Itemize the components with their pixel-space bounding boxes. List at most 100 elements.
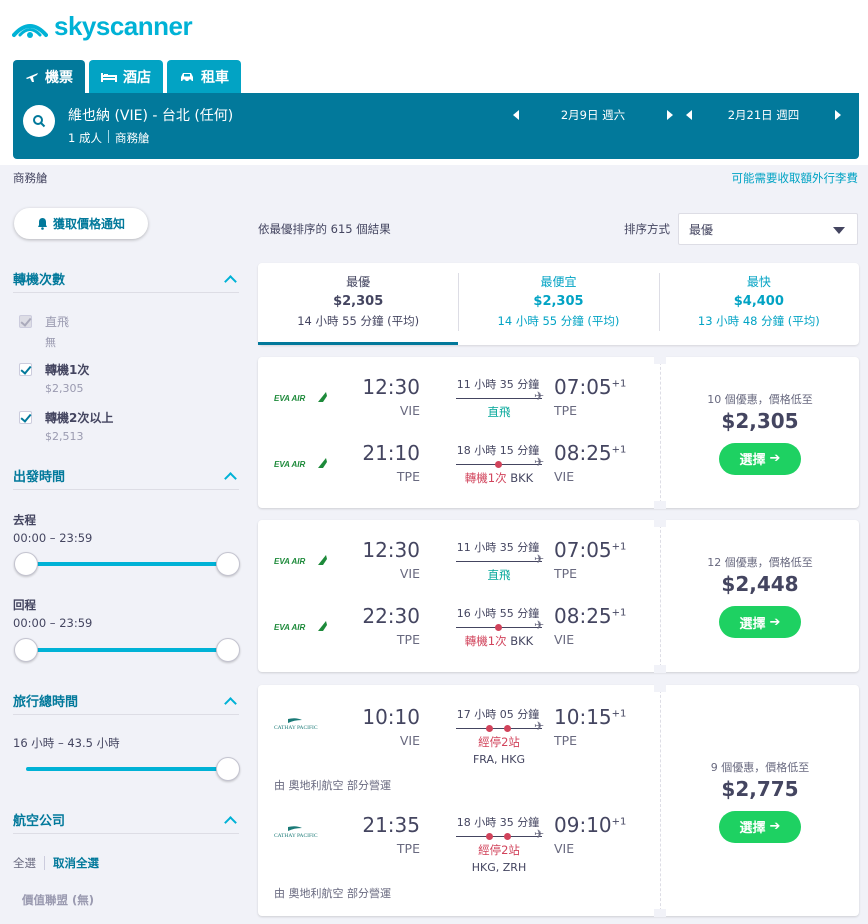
summary-tab-fastest[interactable]: 最快 $4,400 13 小時 48 分鐘 (平均) xyxy=(658,263,859,345)
duration-range: 16 小時 – 43.5 小時 xyxy=(13,736,120,750)
sunrise-logo-icon xyxy=(12,24,48,38)
outbound-range: 00:00 – 23:59 xyxy=(13,531,93,545)
svg-text:CATHAY PACIFIC: CATHAY PACIFIC xyxy=(274,833,318,839)
select-button[interactable]: 選擇 ➔ xyxy=(719,442,801,475)
summary-tab-best[interactable]: 最優 $2,305 14 小時 55 分鐘 (平均) xyxy=(258,263,459,345)
day-offset: +1 xyxy=(611,816,627,828)
departure-time: 12:30 xyxy=(362,538,420,562)
stop-airport: BKK xyxy=(510,634,534,648)
return-range: 00:00 – 23:59 xyxy=(13,616,93,630)
svg-text:EVA AIR: EVA AIR xyxy=(274,460,305,469)
departure-time: 10:10 xyxy=(362,705,420,729)
passenger-cabin-summary: 1 成人 商務艙 xyxy=(68,130,149,146)
cathay-pacific-logo: CATHAY PACIFIC xyxy=(274,718,318,731)
departure-airport: TPE xyxy=(396,841,420,856)
summary-price: $2,305 xyxy=(533,294,584,309)
outbound-leg: EVA AIR 12:30 VIE 11 小時 35 分鐘 ✈ 直飛 07:05… xyxy=(258,371,660,431)
plane-icon xyxy=(26,72,38,82)
flight-duration: 17 小時 05 分鐘 xyxy=(456,708,540,721)
depart-date-picker: 2月9日 週六 xyxy=(513,105,673,125)
outbound-label: 去程 xyxy=(13,513,36,527)
stops-count: 轉機1次 xyxy=(464,471,507,485)
stops-option-direct: 直飛 無 xyxy=(19,313,239,350)
option-label: 轉機2次以上 xyxy=(45,411,114,425)
airlines-filter-header[interactable]: 航空公司 xyxy=(13,806,239,834)
checkbox-direct xyxy=(19,315,32,328)
sort-dropdown[interactable]: 最優 xyxy=(678,213,858,245)
select-button[interactable]: 選擇 ➔ xyxy=(719,810,801,843)
slider-min-handle[interactable] xyxy=(14,638,38,662)
arrival-time-value: 07:05 xyxy=(554,375,612,399)
arrival-airport: TPE xyxy=(554,733,578,748)
chevron-up-icon[interactable] xyxy=(224,696,237,710)
clear-all-link[interactable]: 取消全選 xyxy=(53,855,99,871)
arrival-airport: VIE xyxy=(554,841,575,856)
flight-result-card[interactable]: CATHAY PACIFIC 10:10 VIE 17 小時 05 分鐘 ✈ 經… xyxy=(258,684,859,917)
arrival-time: 10:15+1 xyxy=(554,705,626,729)
flight-result-card[interactable]: EVA AIR 12:30 VIE 11 小時 35 分鐘 ✈ 直飛 07:05… xyxy=(258,356,859,509)
depart-date[interactable]: 2月9日 週六 xyxy=(519,107,667,123)
plane-icon: ✈ xyxy=(534,389,545,403)
next-depart-date-arrow[interactable] xyxy=(667,110,673,120)
stops-option-one[interactable]: 轉機1次 $2,305 xyxy=(19,361,239,395)
return-date[interactable]: 2月21日 週四 xyxy=(692,107,835,123)
summary-tab-cheapest[interactable]: 最便宜 $2,305 14 小時 55 分鐘 (平均) xyxy=(458,263,658,345)
duration-slider[interactable] xyxy=(26,755,240,783)
return-time-slider[interactable] xyxy=(14,636,240,664)
search-summary-bar[interactable]: 維也納 (VIE) - 台北 (任何) 1 成人 商務艙 2月9日 週六 2月2… xyxy=(13,93,859,159)
select-button[interactable]: 選擇 ➔ xyxy=(719,606,801,638)
cabin-class-label: 商務艙 xyxy=(13,171,48,185)
checkbox-two-plus-stops[interactable] xyxy=(19,411,32,424)
slider-min-handle[interactable] xyxy=(14,552,38,576)
tab-hotels[interactable]: 酒店 xyxy=(89,60,163,93)
flight-duration: 18 小時 15 分鐘 xyxy=(456,444,540,457)
stop-dot xyxy=(495,461,502,468)
day-offset: +1 xyxy=(611,378,627,390)
day-offset: +1 xyxy=(611,607,627,619)
arrival-airport: VIE xyxy=(554,632,575,647)
departure-times-header[interactable]: 出發時間 xyxy=(13,462,239,490)
outbound-time-slider[interactable] xyxy=(14,550,240,578)
flight-result-card[interactable]: EVA AIR 12:30 VIE 11 小時 35 分鐘 ✈ 直飛 07:05… xyxy=(258,519,859,673)
alert-label: 獲取價格通知 xyxy=(52,217,125,231)
arrival-time: 08:25+1 xyxy=(554,604,626,628)
stops-text: 轉機1次 BKK xyxy=(444,470,554,486)
flight-duration: 11 小時 35 分鐘 xyxy=(456,541,540,554)
route-line xyxy=(456,398,542,399)
select-all-link[interactable]: 全選 xyxy=(13,855,36,871)
slider-max-handle[interactable] xyxy=(216,757,240,781)
skyscanner-logo[interactable]: skyscanner xyxy=(12,10,193,42)
checkbox-one-stop[interactable] xyxy=(19,363,32,376)
section-title: 轉機次數 xyxy=(13,273,66,288)
eva-air-logo: EVA AIR xyxy=(274,621,327,632)
stops-option-two-plus[interactable]: 轉機2次以上 $2,513 xyxy=(19,409,239,443)
stops-filter-header[interactable]: 轉機次數 xyxy=(13,265,239,293)
summary-price: $2,305 xyxy=(333,294,384,309)
departure-time: 21:10 xyxy=(362,441,420,465)
journey-duration-header[interactable]: 旅行總時間 xyxy=(13,687,239,715)
chevron-up-icon[interactable] xyxy=(224,471,237,485)
flight-duration: 16 小時 55 分鐘 xyxy=(456,607,540,620)
bell-icon xyxy=(37,218,47,230)
departure-airport: VIE xyxy=(399,733,420,748)
summary-title: 最快 xyxy=(746,275,771,289)
next-return-date-arrow[interactable] xyxy=(835,110,841,120)
operated-by-text: 由 奧地利航空 部分營運 xyxy=(274,887,391,900)
slider-max-handle[interactable] xyxy=(216,638,240,662)
chevron-up-icon[interactable] xyxy=(224,274,237,288)
tab-label: 機票 xyxy=(45,69,73,86)
plane-icon: ✈ xyxy=(534,827,545,841)
tab-label: 租車 xyxy=(201,69,229,86)
price-alert-button[interactable]: 獲取價格通知 xyxy=(14,208,148,239)
extra-fees-link[interactable]: 可能需要收取額外行李費 xyxy=(732,170,859,186)
chevron-up-icon[interactable] xyxy=(224,815,237,829)
departure-airport: VIE xyxy=(399,566,420,581)
summary-duration: 14 小時 55 分鐘 (平均) xyxy=(297,314,420,328)
price: $2,448 xyxy=(721,572,799,596)
tab-cars[interactable]: 租車 xyxy=(167,60,241,93)
slider-max-handle[interactable] xyxy=(216,552,240,576)
route-line xyxy=(456,461,542,468)
edit-search-button[interactable] xyxy=(23,105,55,137)
stop-dot xyxy=(495,624,502,631)
tab-flights[interactable]: 機票 xyxy=(13,60,85,93)
